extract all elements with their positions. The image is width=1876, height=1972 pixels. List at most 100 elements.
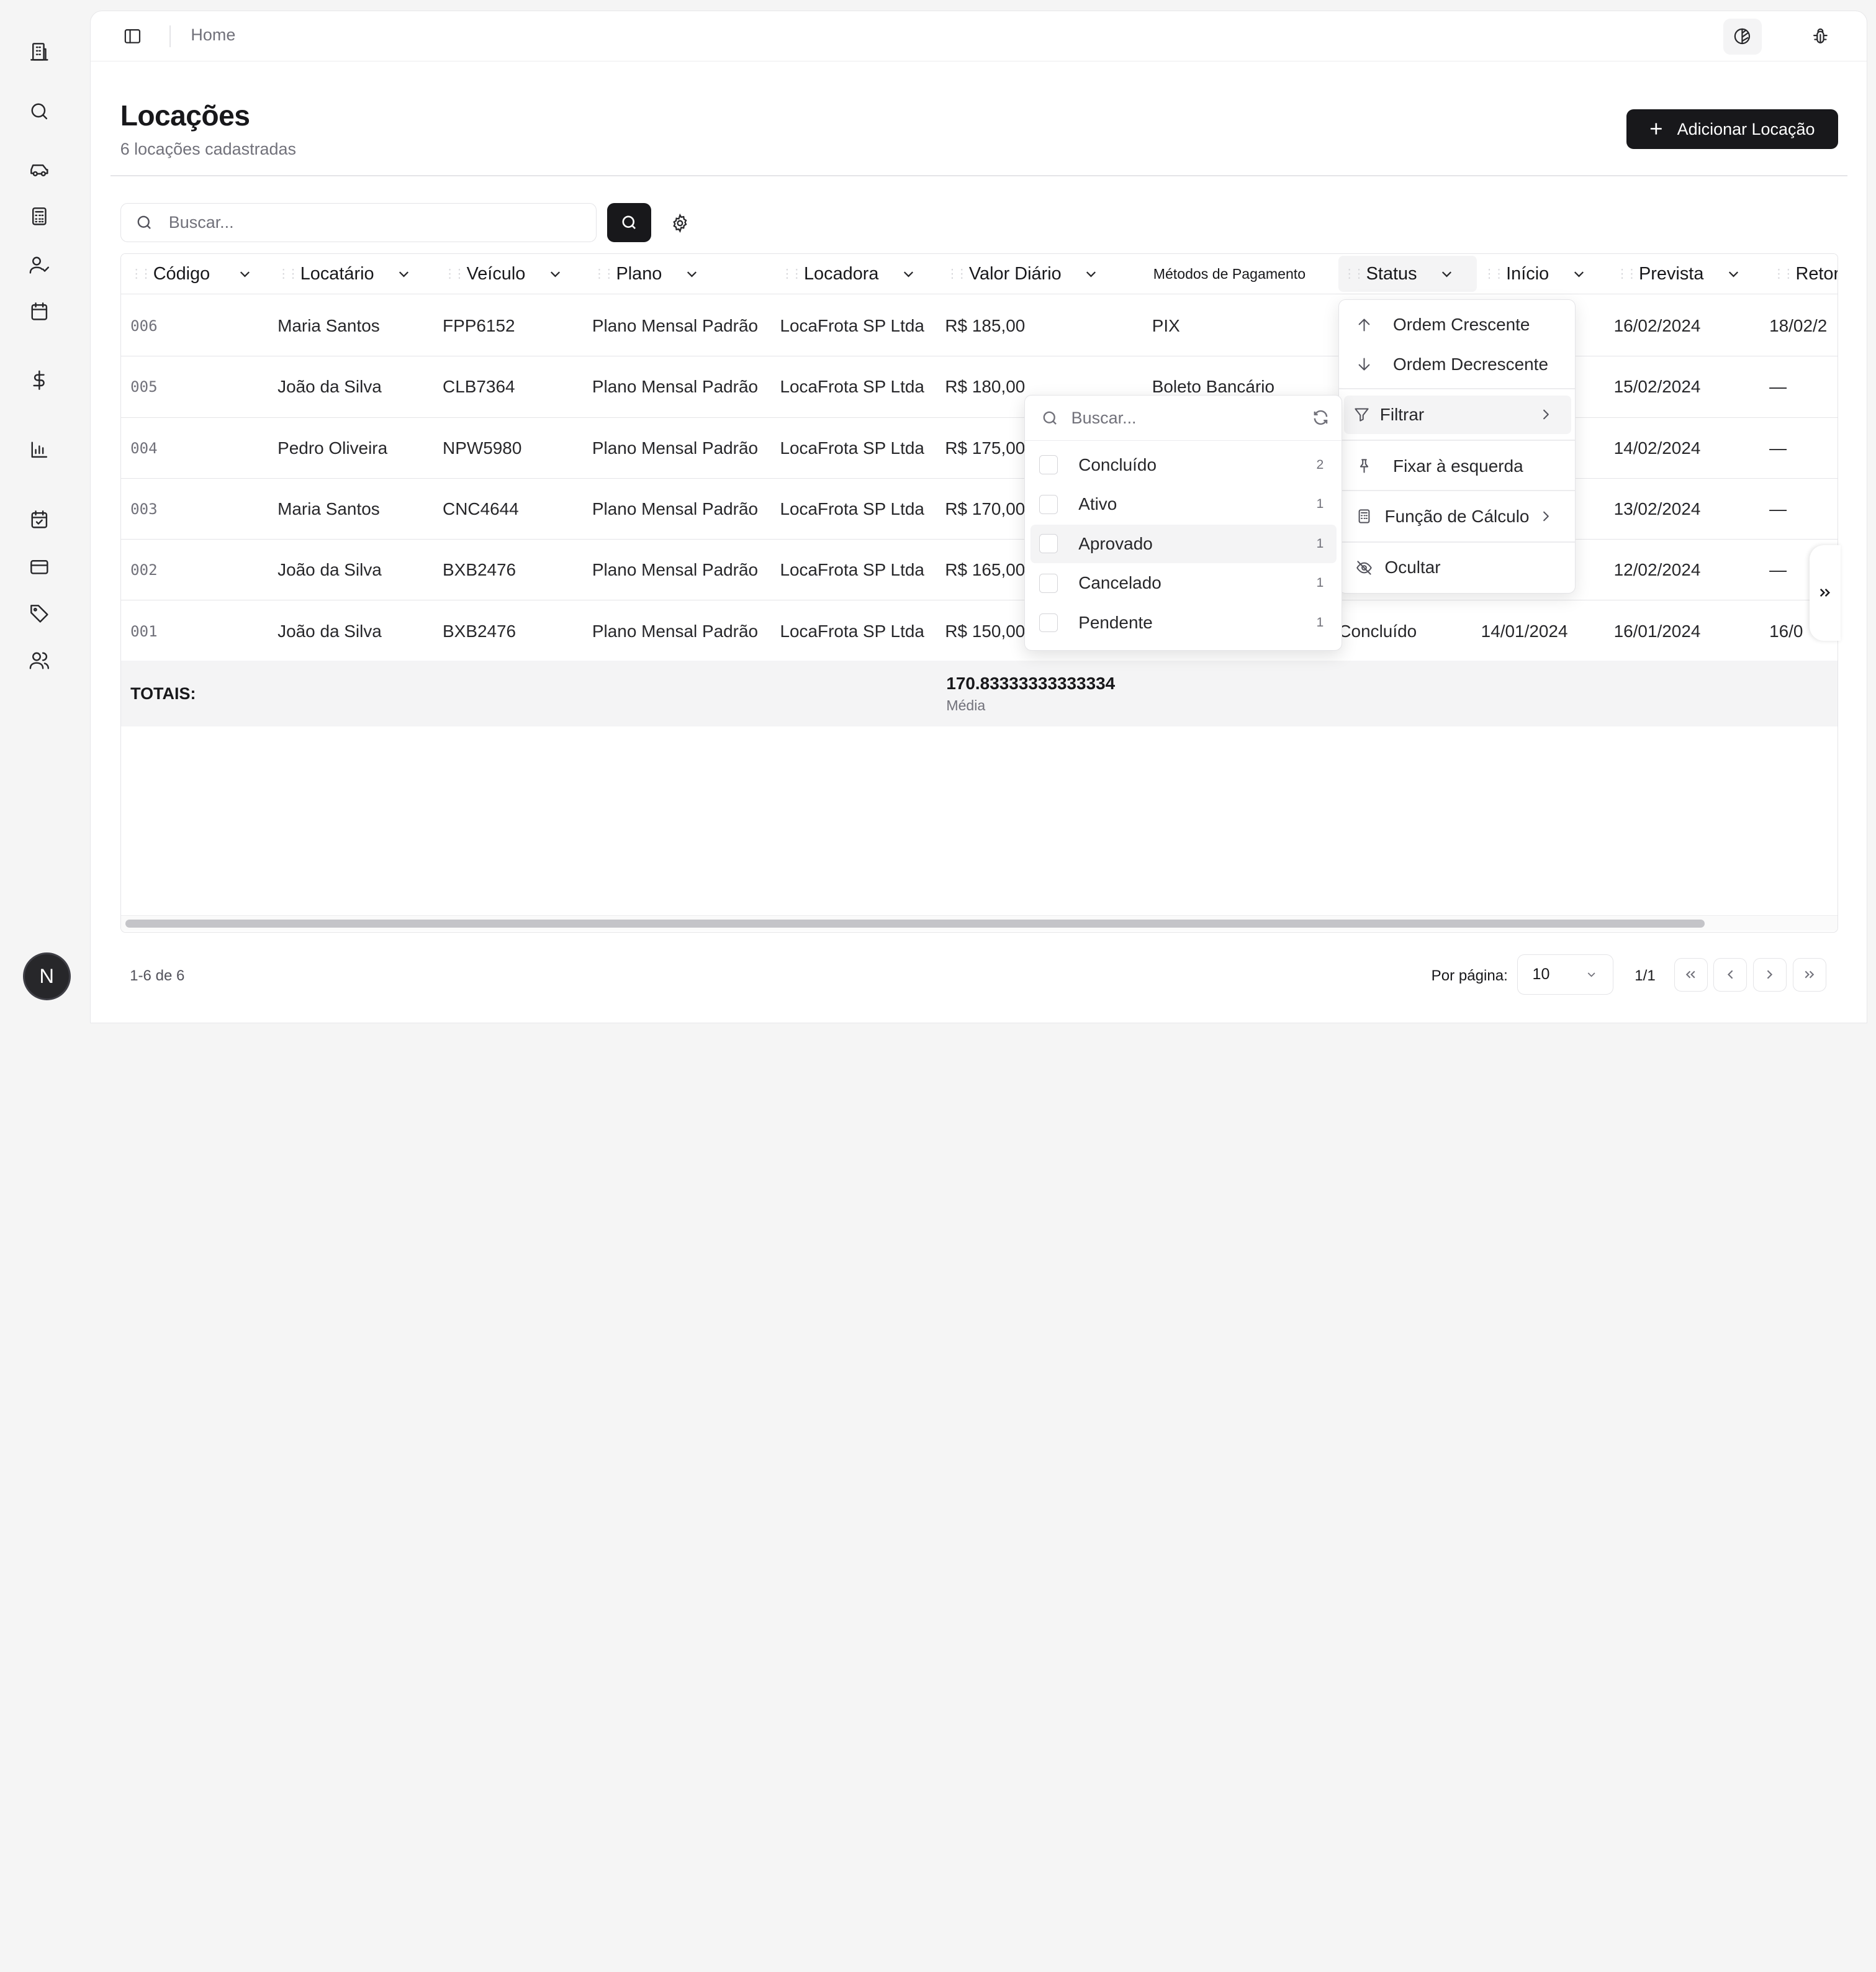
menu-item-filter[interactable]: Filtrar — [1344, 395, 1572, 434]
next-page-button[interactable] — [1753, 957, 1787, 992]
chevron-down-icon[interactable] — [1725, 266, 1742, 283]
cell-plano: Plano Mensal Padrão — [592, 499, 759, 518]
calendar-check-icon[interactable] — [26, 506, 52, 532]
column-header-status[interactable]: ⋮⋮ Status — [1338, 256, 1477, 292]
column-label: Locadora — [803, 263, 879, 284]
tag-icon[interactable] — [26, 600, 52, 626]
dollar-icon[interactable] — [26, 368, 52, 394]
totals-row: TOTAIS: 170.83333333333334 Média — [120, 660, 1838, 726]
column-header-locadora[interactable]: ⋮⋮ Locadora — [781, 254, 917, 295]
column-header-veiculo[interactable]: ⋮⋮ Veículo — [444, 254, 564, 295]
cell-retorno: 16/0 — [1769, 621, 1803, 641]
search-icon — [135, 214, 153, 232]
filter-option[interactable]: Cancelado 1 — [1030, 564, 1337, 603]
table-row[interactable]: 006 Maria Santos FPP6152 Plano Mensal Padrã… — [120, 296, 1838, 357]
car-icon[interactable] — [26, 156, 52, 183]
search-icon — [620, 214, 638, 232]
filter-option-checkbox[interactable] — [1039, 455, 1058, 475]
per-page-value: 10 — [1532, 966, 1550, 984]
cell-locadora: LocaFrota SP Ltda — [780, 621, 924, 641]
scrollbar-thumb[interactable] — [125, 919, 1705, 928]
last-page-button[interactable] — [1792, 957, 1826, 992]
search-icon[interactable] — [26, 98, 52, 124]
search-input[interactable] — [168, 212, 575, 232]
cell-locatario: João da Silva — [277, 377, 382, 397]
menu-item-sort-descending[interactable]: Ordem Decrescente — [1344, 345, 1571, 384]
building-icon[interactable] — [26, 38, 52, 65]
table-row[interactable]: 002 João da Silva BXB2476 Plano Mensal Padr… — [120, 540, 1838, 601]
chevron-down-icon[interactable] — [395, 266, 412, 283]
filter-option-checkbox[interactable] — [1039, 574, 1058, 593]
users-icon[interactable] — [26, 648, 52, 674]
pin-icon — [1356, 458, 1373, 474]
chevron-down-icon[interactable] — [1438, 266, 1455, 283]
chevron-down-icon[interactable] — [683, 266, 700, 283]
filter-option-checkbox[interactable] — [1039, 613, 1058, 633]
status-filter-menu: Concluído2Ativo1Aprovado1Cancelado1Pende… — [1024, 394, 1343, 651]
user-avatar[interactable]: N — [22, 952, 71, 1000]
chevron-right-icon — [1538, 406, 1554, 423]
calculator-icon[interactable] — [26, 204, 52, 230]
filter-option[interactable]: Pendente 1 — [1030, 604, 1337, 642]
table-row[interactable]: 003 Maria Santos CNC4644 Plano Mensal Padrã… — [120, 479, 1838, 540]
table-row[interactable]: 005 João da Silva CLB7364 Plano Mensal Padr… — [120, 356, 1838, 418]
expand-columns-button[interactable] — [1809, 545, 1841, 641]
add-locacao-button[interactable]: + Adicionar Locação — [1626, 109, 1838, 149]
user-check-icon[interactable] — [26, 251, 52, 278]
filter-option-count: 1 — [1316, 576, 1324, 590]
sidebar-toggle-icon[interactable] — [120, 25, 145, 49]
totals-aggregation: Média — [946, 697, 986, 714]
menu-item-sort-ascending[interactable]: Ordem Crescente — [1344, 305, 1571, 344]
credit-card-icon[interactable] — [26, 554, 52, 580]
column-header-locatario[interactable]: ⋮⋮ Locatário — [277, 254, 412, 295]
chevron-down-icon[interactable] — [547, 266, 564, 283]
previous-page-button[interactable] — [1713, 957, 1747, 992]
theme-toggle-icon[interactable] — [1723, 18, 1762, 55]
cell-locadora: LocaFrota SP Ltda — [780, 560, 924, 580]
column-header-codigo[interactable]: ⋮⋮ Código — [130, 254, 253, 295]
cell-codigo: 002 — [130, 561, 158, 579]
column-header-metodos-pagamento[interactable]: Métodos de Pagamento — [1153, 254, 1306, 295]
cell-valor: R$ 165,00 — [945, 560, 1026, 580]
filter-option[interactable]: Ativo 1 — [1030, 485, 1337, 523]
cell-retorno: — — [1769, 438, 1787, 458]
filter-option[interactable]: Concluído 2 — [1030, 446, 1337, 484]
menu-item-hide[interactable]: Ocultar — [1344, 549, 1571, 587]
menu-item-aggregation[interactable]: Função de Cálculo — [1344, 497, 1571, 536]
chevron-down-icon[interactable] — [1571, 266, 1587, 283]
filter-option-count: 1 — [1316, 615, 1324, 630]
chevron-down-icon[interactable] — [237, 266, 253, 283]
settings-gear-icon[interactable] — [667, 210, 693, 236]
cell-locatario: Maria Santos — [277, 499, 380, 518]
column-header-prevista[interactable]: ⋮⋮ Prevista — [1616, 254, 1742, 295]
chevron-down-icon[interactable] — [1083, 266, 1099, 283]
breadcrumb-home[interactable]: Home — [191, 25, 235, 45]
horizontal-scrollbar[interactable] — [120, 915, 1838, 931]
filter-option-checkbox[interactable] — [1039, 494, 1058, 514]
refresh-icon[interactable] — [1312, 409, 1330, 432]
divider — [1339, 388, 1575, 390]
bug-icon[interactable] — [1801, 19, 1839, 55]
table-row[interactable]: 001 João da Silva BXB2476 Plano Mensal Padr… — [120, 600, 1838, 662]
column-header-inicio[interactable]: ⋮⋮ Início — [1484, 254, 1587, 295]
column-header-plano[interactable]: ⋮⋮ Plano — [593, 254, 700, 295]
divider — [110, 175, 1848, 177]
calendar-icon[interactable] — [26, 298, 52, 324]
filter-search-input[interactable] — [1071, 408, 1299, 428]
search-button[interactable] — [607, 202, 652, 243]
cell-retorno: — — [1769, 499, 1787, 518]
first-page-button[interactable] — [1674, 957, 1708, 992]
table-row[interactable]: 004 Pedro Oliveira NPW5980 Plano Mensal Pad… — [120, 418, 1838, 479]
chevron-down-icon[interactable] — [900, 266, 917, 283]
cell-valor: R$ 170,00 — [945, 499, 1026, 518]
column-header-retorno[interactable]: ⋮⋮Retorno — [1773, 254, 1838, 295]
cell-locadora: LocaFrota SP Ltda — [780, 377, 924, 397]
filter-option[interactable]: Aprovado 1 — [1030, 525, 1337, 563]
column-header-valor-diario[interactable]: ⋮⋮ Valor Diário — [946, 254, 1099, 295]
per-page-select[interactable]: 10 — [1517, 954, 1613, 995]
menu-item-pin-left[interactable]: Fixar à esquerda — [1344, 447, 1571, 486]
cell-veiculo: CNC4644 — [443, 499, 519, 518]
column-label: Prevista — [1639, 263, 1704, 284]
filter-option-checkbox[interactable] — [1039, 534, 1058, 554]
bar-chart-icon[interactable] — [26, 436, 52, 463]
